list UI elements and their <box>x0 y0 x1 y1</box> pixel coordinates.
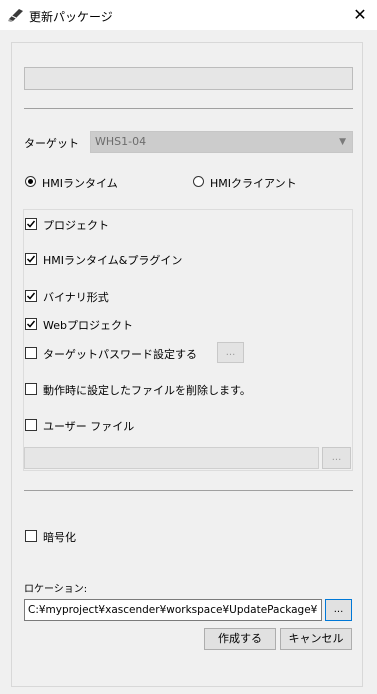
runtime-plugin-checkbox[interactable] <box>25 253 37 265</box>
target-password-checkbox[interactable] <box>25 347 37 359</box>
target-password-label: ターゲットパスワード設定する <box>43 348 197 361</box>
runtime-plugin-label: HMIランタイム&プラグイン <box>43 254 183 267</box>
checkmark-icon <box>26 292 36 300</box>
client-radio-label: HMIクライアント <box>210 177 297 190</box>
progress-bar <box>24 67 353 90</box>
close-icon: ✕ <box>353 5 367 24</box>
runtime-radio[interactable] <box>25 176 36 187</box>
binary-checkbox[interactable] <box>25 290 37 302</box>
web-project-label: Webプロジェクト <box>43 319 133 332</box>
window-title: 更新パッケージ <box>29 10 113 24</box>
user-file-browse-button[interactable]: ... <box>322 447 351 469</box>
project-label: プロジェクト <box>43 219 109 232</box>
project-checkbox[interactable] <box>25 218 37 230</box>
client-radio[interactable] <box>193 176 204 187</box>
create-button[interactable]: 作成する <box>204 628 276 650</box>
user-file-path-field[interactable] <box>24 447 319 469</box>
target-label: ターゲット <box>24 137 79 150</box>
encrypt-label: 暗号化 <box>43 531 76 544</box>
encrypt-checkbox[interactable] <box>25 530 37 542</box>
delete-files-label: 動作時に設定したファイルを削除します。 <box>43 384 251 397</box>
user-file-checkbox[interactable] <box>25 419 37 431</box>
web-project-checkbox[interactable] <box>25 318 37 330</box>
close-button[interactable]: ✕ <box>343 0 377 30</box>
checkmark-icon <box>26 255 36 263</box>
target-select[interactable]: WHS1-04 ▼ <box>90 131 353 153</box>
binary-label: バイナリ形式 <box>43 291 109 304</box>
checkmark-icon <box>26 320 36 328</box>
location-label: ロケーション: <box>24 584 88 595</box>
location-path-field[interactable]: C:¥myproject¥xascender¥workspace¥UpdateP… <box>24 599 322 621</box>
cancel-button[interactable]: キャンセル <box>280 628 352 650</box>
delete-files-checkbox[interactable] <box>25 383 37 395</box>
runtime-radio-label: HMIランタイム <box>42 177 118 190</box>
location-browse-button[interactable]: ... <box>325 599 352 621</box>
chevron-down-icon: ▼ <box>339 137 346 147</box>
target-value: WHS1-04 <box>95 135 147 148</box>
password-browse-button[interactable]: ... <box>217 342 244 363</box>
user-file-label: ユーザー ファイル <box>43 420 135 433</box>
title-bar: 更新パッケージ ✕ <box>0 0 377 30</box>
checkmark-icon <box>26 220 36 228</box>
separator-top <box>24 108 353 109</box>
package-pen-icon <box>8 9 23 22</box>
separator-bottom <box>24 490 353 491</box>
